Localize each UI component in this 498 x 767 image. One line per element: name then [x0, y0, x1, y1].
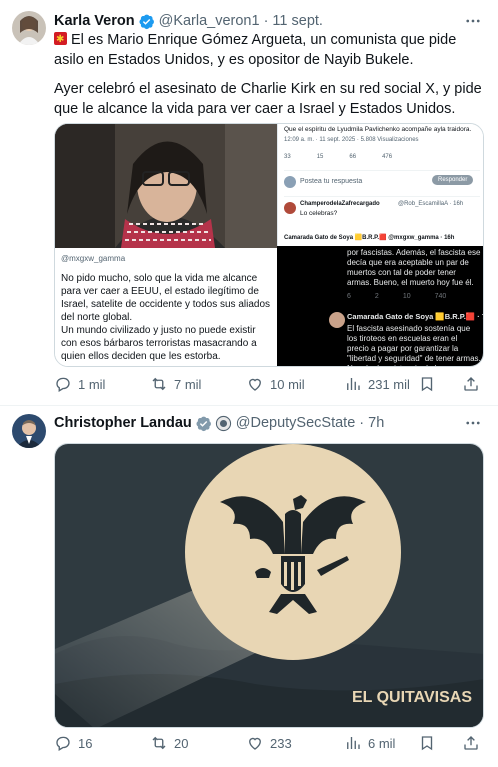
caption-handle: @mxgxw_gamma	[61, 254, 126, 263]
reply-screenshot: Que el espíritu de Lyudmila Pavlichenko …	[277, 124, 483, 246]
like-count-2: 233	[270, 735, 292, 751]
like-count: 10 mil	[270, 376, 305, 392]
repost-icon	[152, 736, 166, 750]
repost-count-2: 20	[174, 735, 189, 751]
reply-button[interactable]: 1 mil	[54, 375, 105, 393]
shot1-reply-prompt: Postea tu respuesta	[300, 178, 363, 185]
shot1-avatar	[284, 176, 296, 188]
gray-verified-badge-icon	[196, 416, 211, 431]
bookmark-button-2[interactable]	[418, 734, 436, 752]
shot2-count-views: 740	[434, 293, 447, 300]
shot2-count-likes: 10	[402, 293, 411, 300]
views-button-2[interactable]: 6 mil	[344, 734, 395, 752]
shot1-reply-avatar	[284, 202, 296, 214]
shot1-count-saves: 476	[382, 154, 393, 160]
shot1-reply-user: ChamperodelaZafrecargado	[300, 201, 380, 207]
post-date[interactable]: · 11 sept.	[264, 13, 323, 29]
shot2-avatar	[329, 312, 345, 328]
tweet-actions: 1 mil 7 mil 10 mil 231 mil	[54, 374, 488, 394]
heart-icon	[249, 378, 261, 391]
shot1-meta: 12:09 a. m. · 11 sept. 2025 · 5.808 Visu…	[284, 137, 419, 143]
views-button[interactable]: 231 mil	[344, 375, 410, 393]
more-options-icon[interactable]	[464, 12, 482, 30]
shot1-reply-text: Lo celebras?	[300, 210, 338, 217]
dark-reply-screenshot: por fascistas. Además, el fascista ese d…	[277, 246, 484, 366]
share-icon	[464, 377, 478, 391]
person-photo[interactable]	[55, 124, 277, 248]
reply-count-2: 16	[78, 735, 93, 751]
author-name[interactable]: Karla Veron	[54, 13, 135, 29]
reply-count: 1 mil	[78, 376, 106, 392]
shot2-count-replies: 6	[347, 293, 351, 300]
tweet-text-paragraph-1: El es Mario Enrique Gómez Argueta, un co…	[54, 30, 482, 70]
repost-button[interactable]: 7 mil	[150, 375, 201, 393]
shot2-user: Camarada Gato de Soya 🟨B.R.P.🟥 · 7h	[347, 312, 484, 321]
like-button-2[interactable]: 233	[246, 734, 292, 752]
shot2-text-2: El fascista asesinado sostenía que los t…	[347, 324, 481, 366]
tweet-karla-veron[interactable]: Karla Veron @Karla_veron1 · 11 sept. El …	[0, 0, 498, 406]
tweet-media-collage[interactable]: @mxgxw_gamma No pido mucho, solo que la …	[54, 123, 484, 367]
shot1-count-reposts: 15	[316, 154, 324, 160]
verified-badge-icon	[139, 14, 154, 29]
shot2-text-1: por fascistas. Además, el fascista ese d…	[347, 248, 481, 287]
government-seal-icon	[215, 415, 231, 431]
shot2-count-reposts: 2	[374, 293, 379, 300]
repost-button-2[interactable]: 20	[150, 734, 188, 752]
shot1-reply2: Camarada Gato de Soya 🟨B.R.P.🟥 @mxgxw_ga…	[284, 235, 455, 241]
tweet-header: Karla Veron @Karla_veron1 · 11 sept.	[54, 10, 484, 32]
shot1-counts: 33 15 66 476	[284, 154, 392, 160]
shot1-reply-button: Responder	[432, 175, 474, 185]
bookmark-button[interactable]	[418, 375, 436, 393]
eagle-poster-image[interactable]: EL QUITAVISAS	[54, 443, 484, 728]
tweet-christopher-landau[interactable]: Christopher Landau @DeputySecState · 7h	[0, 406, 498, 767]
tweet-header-2: Christopher Landau @DeputySecState · 7h	[54, 412, 484, 434]
share-button[interactable]	[462, 375, 480, 393]
view-count-2: 6 mil	[368, 735, 396, 751]
reply-button-2[interactable]: 16	[54, 734, 92, 752]
flag-emoji-icon	[54, 30, 67, 50]
poster-title: EL QUITAVISAS	[352, 689, 472, 706]
avatar-karla-veron[interactable]	[12, 11, 46, 45]
avatar-christopher-landau[interactable]	[12, 414, 46, 448]
views-icon	[347, 737, 360, 749]
tweet-text-paragraph-2: Ayer celebró el asesinato de Charlie Kir…	[54, 81, 482, 117]
author-name-2[interactable]: Christopher Landau	[54, 415, 192, 431]
author-handle[interactable]: @Karla_veron1	[159, 13, 260, 29]
shot1-count-likes: 66	[349, 154, 357, 160]
shot1-reply-handle: @Rob_EscamillaA · 16h	[398, 201, 464, 207]
share-button-2[interactable]	[462, 734, 480, 752]
share-icon	[464, 736, 478, 750]
repost-count: 7 mil	[174, 376, 202, 392]
tweet-actions-2: 16 20 233 6 mil	[54, 733, 488, 753]
bookmark-icon	[421, 377, 433, 392]
views-icon	[347, 378, 360, 390]
caption-screenshot: @mxgxw_gamma No pido mucho, solo que la …	[55, 248, 277, 366]
bookmark-icon	[421, 736, 433, 751]
repost-icon	[152, 377, 166, 391]
shot1-header: Que el espíritu de Lyudmila Pavlichenko …	[284, 126, 472, 133]
like-button[interactable]: 10 mil	[246, 375, 305, 393]
shot2-counts: 6 2 10 740	[347, 292, 446, 302]
reply-icon	[56, 377, 70, 392]
more-options-icon-2[interactable]	[464, 414, 482, 432]
view-count: 231 mil	[368, 376, 410, 392]
shot1-count-replies: 33	[284, 154, 291, 160]
caption-text: No pido mucho, solo que la vida me alcan…	[61, 273, 271, 362]
reply-icon	[56, 736, 70, 751]
tweet-text-1: El es Mario Enrique Gómez Argueta, un co…	[54, 32, 457, 68]
author-handle-2[interactable]: @DeputySecState · 7h	[236, 415, 385, 431]
heart-icon	[249, 737, 261, 750]
